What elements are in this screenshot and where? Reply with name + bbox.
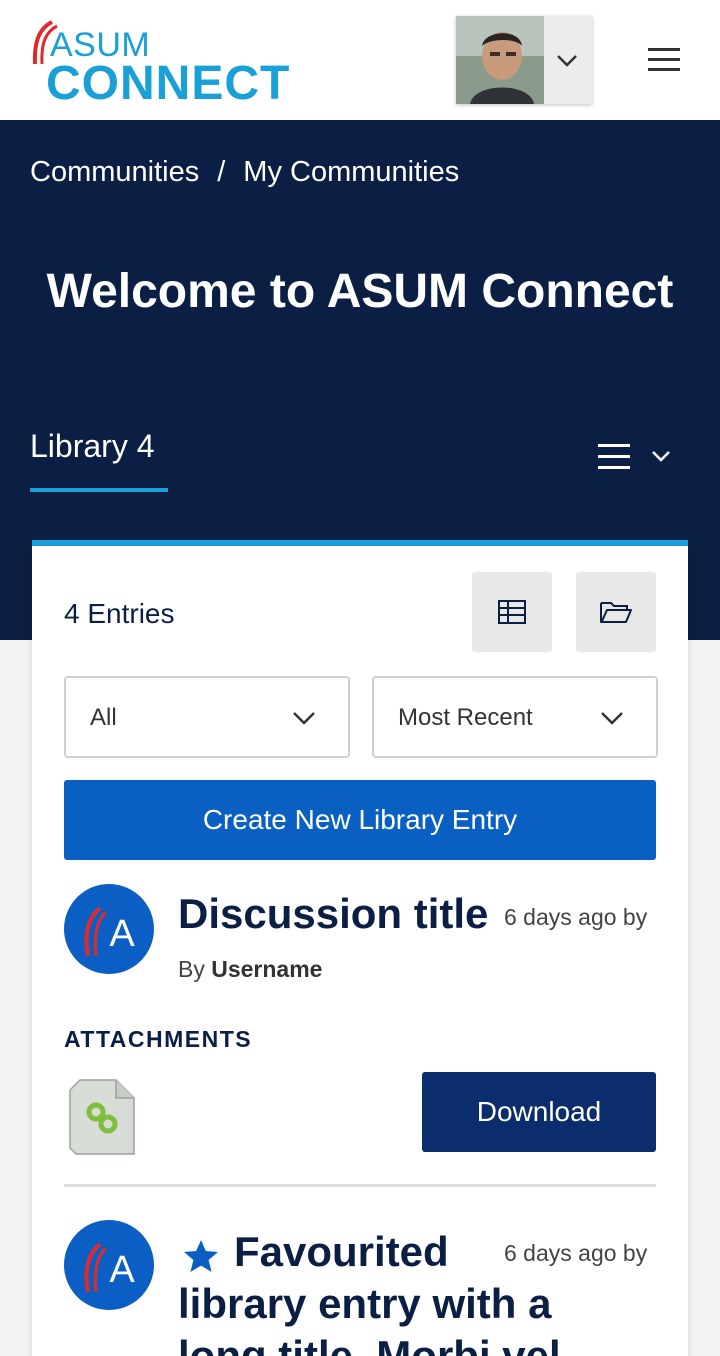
- breadcrumb: Communities / My Communities: [30, 156, 459, 189]
- create-library-entry-button[interactable]: Create New Library Entry: [64, 780, 656, 860]
- attachments-label: ATTACHMENTS: [64, 1026, 253, 1052]
- sort-select-value: Most Recent: [398, 704, 533, 731]
- filter-select[interactable]: All: [64, 676, 350, 758]
- chevron-down-icon: [293, 712, 315, 725]
- breadcrumb-my-communities[interactable]: My Communities: [243, 156, 459, 189]
- chevron-down-icon: [557, 55, 577, 67]
- list-menu-icon: [598, 444, 630, 469]
- main-menu-icon[interactable]: [646, 46, 682, 74]
- active-tab-indicator: [30, 488, 168, 492]
- entry-title-first-line[interactable]: Favourited: [178, 1226, 508, 1278]
- entry-title-continued[interactable]: library entry with a long title. Morbi v…: [178, 1278, 648, 1356]
- entries-count: 4 Entries: [64, 598, 175, 629]
- svg-text:A: A: [109, 913, 135, 955]
- asum-connect-logo[interactable]: ASUM CONNECT: [30, 18, 289, 110]
- logo-text-connect: CONNECT: [46, 57, 291, 110]
- folder-icon: [600, 602, 632, 623]
- chevron-down-icon: [601, 712, 623, 725]
- entry-avatar[interactable]: A: [64, 1220, 154, 1310]
- link-file-icon[interactable]: [66, 1076, 138, 1158]
- tab-library[interactable]: Library 4: [30, 428, 155, 465]
- entry-author: By Username: [178, 956, 322, 983]
- page-title: Welcome to ASUM Connect: [46, 265, 674, 318]
- filter-select-value: All: [90, 704, 117, 731]
- entry-avatar[interactable]: A: [64, 884, 154, 974]
- download-button[interactable]: Download: [422, 1072, 656, 1152]
- by-prefix: By: [178, 956, 205, 982]
- asum-avatar-icon: A: [84, 906, 135, 957]
- author-username[interactable]: Username: [211, 956, 322, 982]
- top-bar: ASUM CONNECT: [0, 0, 720, 120]
- sort-select[interactable]: Most Recent: [372, 676, 658, 758]
- entry-timestamp: 6 days ago by: [504, 1240, 648, 1266]
- library-card: 4 Entries All Most Recent Create New Lib…: [32, 540, 688, 1356]
- svg-text:A: A: [109, 1249, 135, 1291]
- table-view-button[interactable]: [472, 572, 552, 652]
- entry-timestamp: 6 days ago by: [504, 904, 648, 930]
- folder-view-button[interactable]: [576, 572, 656, 652]
- chevron-down-icon: [652, 451, 670, 462]
- avatar: [456, 16, 544, 104]
- table-view-icon: [498, 600, 526, 624]
- asum-avatar-icon: A: [84, 1242, 135, 1293]
- breadcrumb-separator: /: [217, 156, 226, 188]
- entry-title[interactable]: Discussion title: [178, 890, 488, 938]
- breadcrumb-communities[interactable]: Communities: [30, 156, 199, 189]
- entry-divider: [64, 1184, 656, 1187]
- tab-menu-toggle[interactable]: [596, 442, 680, 474]
- user-menu-dropdown[interactable]: [456, 16, 592, 104]
